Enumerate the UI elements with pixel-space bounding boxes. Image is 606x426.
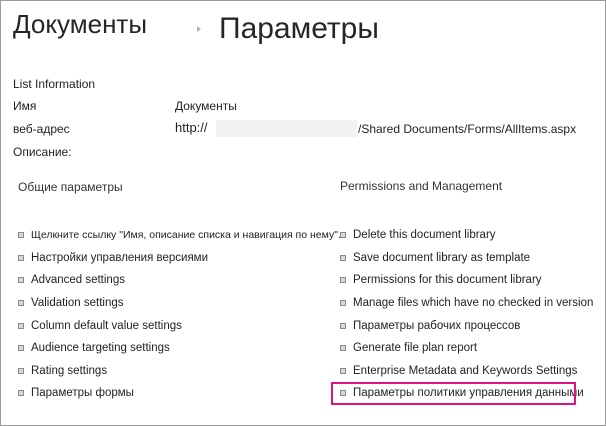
perm-link-metadata-keywords[interactable]: Enterprise Metadata and Keywords Setting… — [340, 365, 577, 377]
name-value: Документы — [175, 99, 237, 113]
general-link-name-description[interactable]: Щелкните ссылку "Имя, описание списка и … — [18, 229, 341, 241]
page-title: Параметры — [219, 12, 379, 45]
bullet-icon — [18, 277, 24, 283]
permissions-management-heading: Permissions and Management — [340, 179, 503, 193]
url-prefix: http:// — [175, 120, 208, 135]
bullet-icon — [340, 368, 346, 374]
page-frame — [0, 0, 606, 426]
list-information-heading: List Information — [13, 77, 96, 91]
url-label: веб-адрес — [13, 122, 70, 136]
perm-link-manage-unchecked-files[interactable]: Manage files which have no checked in ve… — [340, 297, 593, 309]
bullet-icon — [340, 232, 346, 238]
bullet-icon — [340, 300, 346, 306]
breadcrumb-parent-link[interactable]: Документы — [13, 9, 147, 40]
general-settings-heading: Общие параметры — [18, 180, 123, 194]
name-label: Имя — [13, 99, 37, 113]
bullet-icon — [340, 277, 346, 283]
bullet-icon — [18, 323, 24, 329]
url-redacted-segment — [216, 120, 357, 137]
bullet-icon — [340, 255, 346, 261]
bullet-icon — [18, 300, 24, 306]
perm-link-workflow-settings[interactable]: Параметры рабочих процессов — [340, 320, 520, 332]
bullet-icon — [18, 345, 24, 351]
general-link-versioning[interactable]: Настройки управления версиями — [18, 252, 208, 264]
general-link-validation[interactable]: Validation settings — [18, 297, 123, 309]
breadcrumb-separator-icon — [197, 26, 201, 32]
url-suffix: /Shared Documents/Forms/AllItems.aspx — [358, 122, 577, 136]
general-link-advanced[interactable]: Advanced settings — [18, 274, 125, 286]
bullet-icon — [18, 368, 24, 374]
description-label: Описание: — [13, 145, 72, 159]
bullet-icon — [340, 323, 346, 329]
bullet-icon — [18, 232, 24, 238]
general-link-rating[interactable]: Rating settings — [18, 365, 107, 377]
bullet-icon — [340, 345, 346, 351]
general-link-form-settings[interactable]: Параметры формы — [18, 387, 134, 399]
bullet-icon — [18, 255, 24, 261]
highlight-box — [331, 382, 576, 405]
general-link-audience-targeting[interactable]: Audience targeting settings — [18, 342, 170, 354]
perm-link-save-template[interactable]: Save document library as template — [340, 252, 530, 264]
bullet-icon — [18, 390, 24, 396]
perm-link-file-plan-report[interactable]: Generate file plan report — [340, 342, 477, 354]
general-link-column-default[interactable]: Column default value settings — [18, 320, 182, 332]
perm-link-delete-library[interactable]: Delete this document library — [340, 229, 496, 241]
perm-link-permissions[interactable]: Permissions for this document library — [340, 274, 542, 286]
